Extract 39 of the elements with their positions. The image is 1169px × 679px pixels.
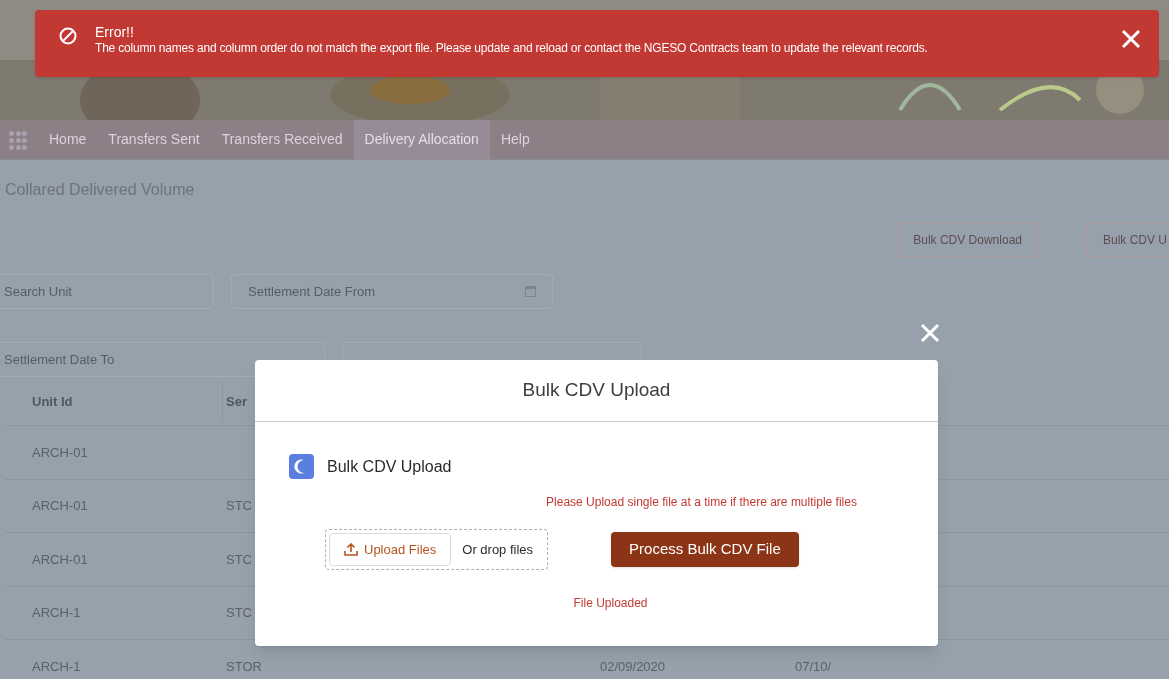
table-cell: ARCH-1 (32, 658, 81, 674)
error-icon (59, 27, 77, 45)
toast-message: The column names and column order do not match the export file. Please update and reload or contact the NGESO Contracts team to update the relevant records. (95, 40, 928, 56)
nav-tab[interactable]: Delivery Allocation (353, 119, 490, 160)
close-button[interactable] (1121, 29, 1141, 49)
download-button[interactable]: Bulk CDV U (1086, 223, 1169, 257)
toast-title: Error!! (95, 24, 135, 40)
table-cell: STOR (226, 658, 262, 674)
table-cell: 02/09/2020 (600, 658, 666, 674)
nav-tab[interactable]: Transfers Received (210, 119, 354, 160)
column-header: Unit Id (32, 393, 73, 412)
table-cell: ARCH-01 (32, 551, 88, 567)
nav-tab[interactable]: Home (38, 119, 98, 160)
table-cell: ARCH-01 (32, 498, 88, 513)
search-field[interactable]: Search Unit (0, 274, 214, 309)
moon-icon (289, 454, 314, 479)
table-cell: 07/10/ (795, 658, 832, 674)
download-button[interactable]: Bulk CDV Download (896, 223, 1039, 257)
drop-zone[interactable]: Upload Files Or drop files (325, 529, 549, 570)
calendar-icon (525, 286, 536, 297)
process-button[interactable]: Process Bulk CDV File (611, 532, 799, 567)
table-cell: STC (226, 498, 252, 513)
nav-tab[interactable]: Help (489, 119, 541, 160)
nav-tab[interactable]: Transfers Sent (97, 119, 211, 160)
drop-label: Or drop files (461, 540, 535, 559)
status-text: File Uploaded (573, 595, 648, 612)
date-field[interactable]: Settlement Date From (231, 274, 553, 309)
table-cell: STC (226, 551, 252, 567)
table-cell: ARCH-01 (32, 444, 88, 460)
hint-text: Please Upload single file at a time if there are multiple files (546, 494, 857, 511)
card-title: Bulk CDV Upload (327, 456, 452, 477)
column-header: Ser (226, 393, 247, 412)
table-cell: STC (226, 605, 252, 620)
modal-title: Bulk CDV Upload (522, 378, 671, 403)
close-button[interactable] (919, 322, 941, 344)
table-cell: ARCH-1 (32, 605, 81, 620)
upload-icon (344, 543, 358, 556)
app-launcher-icon[interactable] (8, 129, 28, 150)
upload-button[interactable]: Upload Files (329, 533, 452, 566)
